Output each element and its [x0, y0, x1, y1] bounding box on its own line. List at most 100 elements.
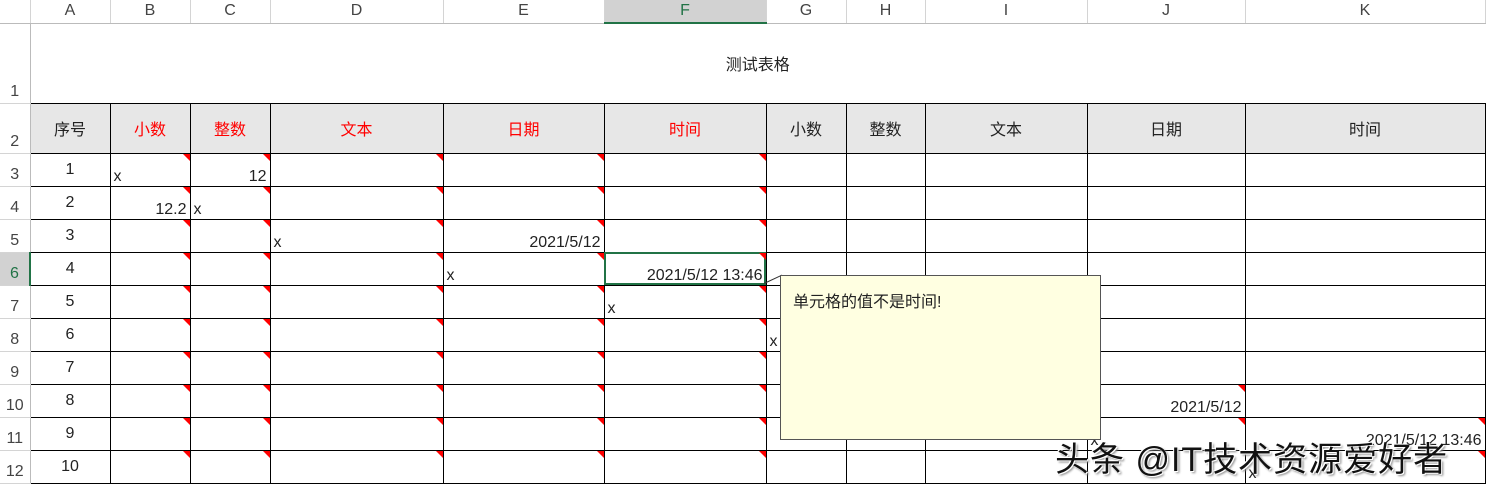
cell-J10[interactable]: 2021/5/12 — [1086, 383, 1246, 418]
header-cell-A[interactable]: 序号 — [29, 102, 111, 154]
cell-D12[interactable] — [269, 449, 444, 484]
row-header-11[interactable]: 11 — [0, 417, 31, 451]
cell-E3[interactable] — [442, 152, 605, 187]
column-header-F[interactable]: F — [604, 0, 767, 24]
cell-E11[interactable] — [442, 416, 605, 451]
cell-D5[interactable]: x — [269, 218, 444, 253]
column-header-B[interactable]: B — [110, 0, 191, 24]
cell-K6[interactable] — [1244, 251, 1486, 286]
column-header-H[interactable]: H — [846, 0, 926, 24]
cell-K7[interactable] — [1244, 284, 1486, 319]
cell-B5[interactable] — [109, 218, 191, 253]
header-cell-C[interactable]: 整数 — [189, 102, 271, 154]
cell-D7[interactable] — [269, 284, 444, 319]
cell-H5[interactable] — [845, 218, 926, 253]
cell-A7[interactable]: 5 — [29, 284, 111, 319]
cell-J4[interactable] — [1086, 185, 1246, 220]
cell-F3[interactable] — [603, 152, 767, 187]
row-header-10[interactable]: 10 — [0, 384, 31, 418]
cell-C7[interactable] — [189, 284, 271, 319]
cell-D3[interactable] — [269, 152, 444, 187]
row-header-12[interactable]: 12 — [0, 450, 31, 484]
cell-F12[interactable] — [603, 449, 767, 484]
column-header-E[interactable]: E — [443, 0, 605, 24]
cell-J3[interactable] — [1086, 152, 1246, 187]
header-cell-D[interactable]: 文本 — [269, 102, 444, 154]
header-cell-I[interactable]: 文本 — [924, 102, 1088, 154]
cell-J9[interactable] — [1086, 350, 1246, 385]
cell-D4[interactable] — [269, 185, 444, 220]
cell-E4[interactable] — [442, 185, 605, 220]
cell-C12[interactable] — [189, 449, 271, 484]
cell-H4[interactable] — [845, 185, 926, 220]
cell-B4[interactable]: 12.2 — [109, 185, 191, 220]
row-header-5[interactable]: 5 — [0, 219, 31, 253]
cell-E9[interactable] — [442, 350, 605, 385]
cell-F8[interactable] — [603, 317, 767, 352]
cell-D6[interactable] — [269, 251, 444, 286]
cell-H12[interactable] — [845, 449, 926, 484]
row-header-4[interactable]: 4 — [0, 186, 31, 220]
row-header-1[interactable]: 1 — [0, 23, 31, 104]
cell-A4[interactable]: 2 — [29, 185, 111, 220]
cell-B8[interactable] — [109, 317, 191, 352]
cell-G3[interactable] — [765, 152, 847, 187]
row-header-3[interactable]: 3 — [0, 153, 31, 187]
cell-E5[interactable]: 2021/5/12 — [442, 218, 605, 253]
cell-J7[interactable] — [1086, 284, 1246, 319]
cell-B7[interactable] — [109, 284, 191, 319]
cell-B12[interactable] — [109, 449, 191, 484]
cell-B6[interactable] — [109, 251, 191, 286]
cell-D10[interactable] — [269, 383, 444, 418]
column-header-A[interactable]: A — [30, 0, 111, 24]
cell-K3[interactable] — [1244, 152, 1486, 187]
cell-F7[interactable]: x — [603, 284, 767, 319]
cell-A11[interactable]: 9 — [29, 416, 111, 451]
cell-J5[interactable] — [1086, 218, 1246, 253]
cell-B10[interactable] — [109, 383, 191, 418]
row-header-9[interactable]: 9 — [0, 351, 31, 385]
cell-E12[interactable] — [442, 449, 605, 484]
header-cell-B[interactable]: 小数 — [109, 102, 191, 154]
column-header-C[interactable]: C — [190, 0, 271, 24]
cell-A6[interactable]: 4 — [29, 251, 111, 286]
column-header-K[interactable]: K — [1245, 0, 1486, 24]
header-cell-E[interactable]: 日期 — [442, 102, 605, 154]
cell-A8[interactable]: 6 — [29, 317, 111, 352]
cell-D9[interactable] — [269, 350, 444, 385]
cell-F5[interactable] — [603, 218, 767, 253]
cell-A10[interactable]: 8 — [29, 383, 111, 418]
cell-G4[interactable] — [765, 185, 847, 220]
cell-C3[interactable]: 12 — [189, 152, 271, 187]
table-title[interactable]: 测试表格 — [30, 23, 1485, 103]
cell-F4[interactable] — [603, 185, 767, 220]
cell-K4[interactable] — [1244, 185, 1486, 220]
cell-A5[interactable]: 3 — [29, 218, 111, 253]
cell-J8[interactable] — [1086, 317, 1246, 352]
header-cell-F[interactable]: 时间 — [603, 102, 767, 154]
column-header-G[interactable]: G — [766, 0, 847, 24]
select-all-corner[interactable] — [0, 0, 31, 24]
cell-E7[interactable] — [442, 284, 605, 319]
column-header-J[interactable]: J — [1087, 0, 1246, 24]
cell-G12[interactable] — [765, 449, 847, 484]
cell-G5[interactable] — [765, 218, 847, 253]
cell-F10[interactable] — [603, 383, 767, 418]
cell-B11[interactable] — [109, 416, 191, 451]
cell-K9[interactable] — [1244, 350, 1486, 385]
cell-B9[interactable] — [109, 350, 191, 385]
cell-C5[interactable] — [189, 218, 271, 253]
cell-H3[interactable] — [845, 152, 926, 187]
cell-I4[interactable] — [924, 185, 1088, 220]
column-header-D[interactable]: D — [270, 0, 444, 24]
cell-F11[interactable] — [603, 416, 767, 451]
cell-A12[interactable]: 10 — [29, 449, 111, 484]
cell-K5[interactable] — [1244, 218, 1486, 253]
cell-E8[interactable] — [442, 317, 605, 352]
cell-A9[interactable]: 7 — [29, 350, 111, 385]
cell-C10[interactable] — [189, 383, 271, 418]
cell-D11[interactable] — [269, 416, 444, 451]
cell-C6[interactable] — [189, 251, 271, 286]
column-header-I[interactable]: I — [925, 0, 1088, 24]
cell-E6[interactable]: x — [442, 251, 605, 286]
